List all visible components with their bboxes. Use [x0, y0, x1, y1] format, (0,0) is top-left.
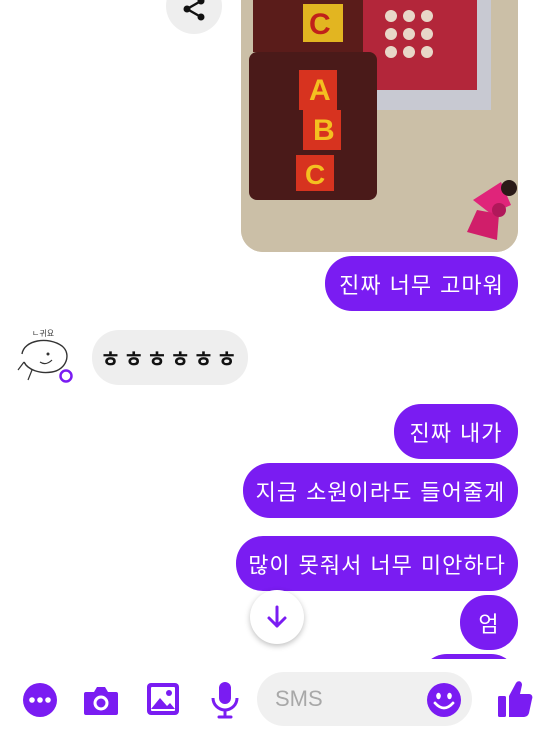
svg-text:B: B	[313, 114, 335, 147]
arrow-down-icon	[267, 605, 287, 628]
more-icon	[23, 683, 57, 717]
svg-text:ㄴ귀요: ㄴ귀요	[32, 328, 54, 338]
thumbs-up-icon	[498, 681, 533, 717]
composer-bar	[0, 659, 555, 740]
camera-icon	[84, 687, 118, 715]
avatar[interactable]: ㄴ귀요	[14, 326, 76, 384]
image-icon	[147, 683, 179, 715]
more-button[interactable]	[22, 682, 58, 718]
message-bubble-outgoing[interactable]: 진짜 너무 고마워	[325, 256, 518, 311]
share-button[interactable]	[166, 0, 222, 34]
emoji-button[interactable]	[426, 682, 462, 718]
share-icon	[183, 0, 205, 21]
voice-button[interactable]	[210, 681, 240, 719]
gallery-button[interactable]	[146, 682, 180, 716]
message-bubble-outgoing[interactable]: 진짜 내가	[394, 404, 518, 459]
svg-text:C: C	[309, 8, 331, 41]
message-bubble-incoming[interactable]: ㅎㅎㅎㅎㅎㅎ	[92, 330, 248, 385]
mic-icon	[211, 682, 239, 719]
camera-button[interactable]	[82, 683, 120, 717]
message-bubble-outgoing[interactable]: 많이 못줘서 너무 미안하다	[236, 536, 518, 591]
svg-text:C: C	[305, 159, 325, 190]
scroll-to-bottom-button[interactable]	[250, 590, 304, 644]
svg-text:A: A	[309, 74, 331, 107]
shared-photo[interactable]: A B C C	[241, 0, 518, 252]
emoji-icon	[427, 683, 461, 717]
like-button[interactable]	[496, 679, 534, 719]
message-bubble-outgoing[interactable]: 엄	[460, 595, 518, 650]
message-bubble-outgoing[interactable]: 지금 소원이라도 들어줄게	[243, 463, 518, 518]
